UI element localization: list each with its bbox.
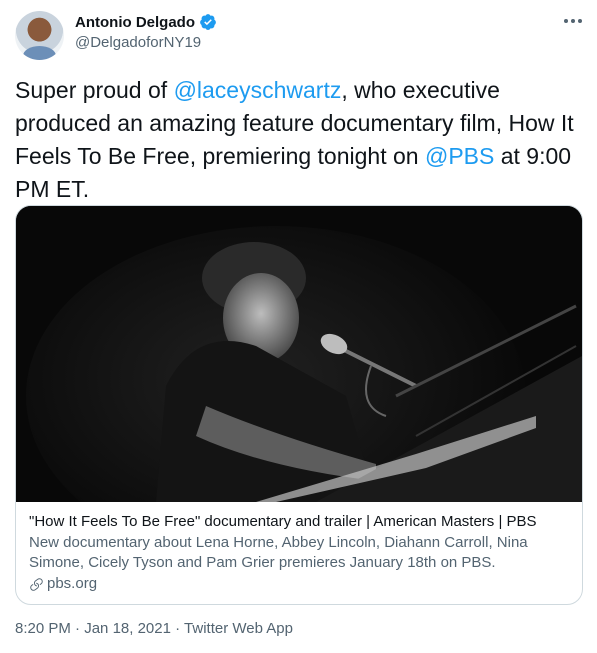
mention-link[interactable]: @PBS [425,143,494,169]
card-body: "How It Feels To Be Free" documentary an… [29,512,569,594]
tweet-meta: 8:20 PM · Jan 18, 2021 · Twitter Web App [15,620,293,637]
tweet-text-segment: Super proud of [15,77,174,103]
tweet-time[interactable]: 8:20 PM [15,620,71,637]
tweet: Antonio Delgado @DelgadoforNY19 Super pr… [0,0,597,653]
tweet-text: Super proud of @laceyschwartz, who execu… [15,74,585,206]
card-image[interactable] [16,206,582,502]
meta-separator: · [170,620,185,637]
more-options-icon[interactable] [562,14,584,28]
mention-link[interactable]: @laceyschwartz [174,77,342,103]
link-icon [30,577,43,591]
author-handle[interactable]: @DelgadoforNY19 [75,34,201,51]
avatar[interactable] [15,11,64,60]
avatar-shirt [23,46,56,60]
author-display-name[interactable]: Antonio Delgado [75,14,195,31]
card-domain[interactable]: pbs.org [47,574,97,594]
author-name-row: Antonio Delgado [75,13,217,31]
verified-badge-icon [199,13,217,31]
card-description: New documentary about Lena Horne, Abbey … [29,534,528,571]
card-title[interactable]: "How It Feels To Be Free" documentary an… [29,512,569,532]
tweet-date[interactable]: Jan 18, 2021 [84,620,171,637]
meta-separator: · [70,620,85,637]
pianist-photo [16,206,582,502]
card-domain-row: pbs.org [29,574,569,594]
link-card[interactable]: "How It Feels To Be Free" documentary an… [15,205,583,605]
tweet-source[interactable]: Twitter Web App [184,620,293,637]
